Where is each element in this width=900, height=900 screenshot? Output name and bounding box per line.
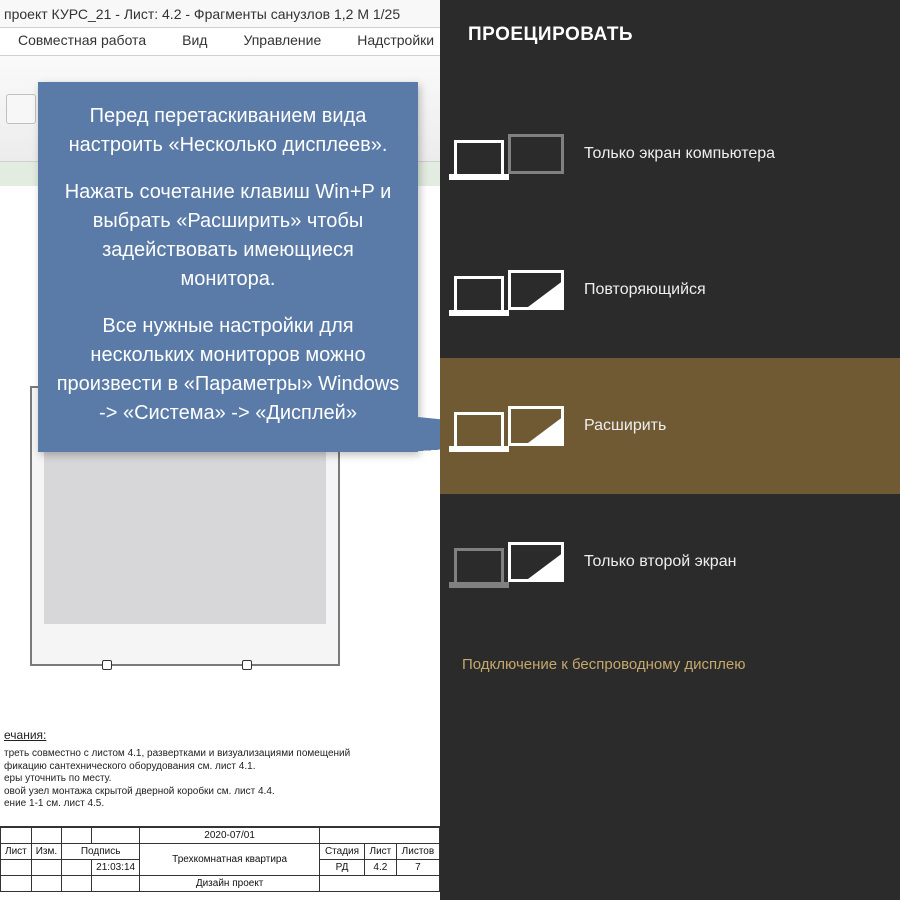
- menu-view[interactable]: Вид: [164, 28, 225, 55]
- note-line: фикацию сантехнического оборудования см.…: [4, 761, 426, 774]
- project-option-extend[interactable]: Расширить: [440, 358, 900, 494]
- menu-addins[interactable]: Надстройки: [339, 28, 452, 55]
- note-line: ение 1-1 см. лист 4.5.: [4, 798, 426, 811]
- callout-text: Все нужные настройки для нескольких мони…: [56, 312, 400, 428]
- tb-h-sheet: Лист: [1, 844, 32, 860]
- project-option-duplicate[interactable]: Повторяющийся: [440, 222, 900, 358]
- instruction-callout: Перед перетаскиванием вида настроить «Не…: [38, 82, 418, 452]
- menu-manage[interactable]: Управление: [225, 28, 339, 55]
- drag-handle[interactable]: [102, 660, 112, 670]
- tb-stage-h: Стадия: [320, 844, 365, 860]
- tb-sheet-h: Лист: [364, 844, 396, 860]
- notes-heading: ечания:: [4, 728, 426, 742]
- monitor-icon: [508, 134, 564, 174]
- toolbar-icon[interactable]: [6, 94, 36, 124]
- monitor-icon: [508, 270, 564, 310]
- tb-stage: РД: [320, 860, 365, 876]
- tb-sheet: 4.2: [364, 860, 396, 876]
- tb-h-rev: Изм.: [31, 844, 61, 860]
- tb-date: 2020-07/01: [140, 828, 320, 844]
- monitor-icon: [508, 542, 564, 582]
- monitor-icon: [508, 406, 564, 446]
- connect-wireless-link[interactable]: Подключение к беспроводному дисплею: [440, 630, 900, 699]
- drag-handle[interactable]: [242, 660, 252, 670]
- callout-text: Нажать сочетание клавиш Win+P и выбрать …: [56, 178, 400, 294]
- note-line: овой узел монтажа скрытой дверной коробк…: [4, 786, 426, 799]
- tb-sheets: 7: [396, 860, 439, 876]
- project-option-pc-only[interactable]: Только экран компьютера: [440, 86, 900, 222]
- tb-project: Трехкомнатная квартира: [140, 844, 320, 876]
- laptop-icon: [454, 412, 504, 446]
- tb-design: Дизайн проект: [140, 876, 320, 892]
- laptop-icon: [454, 548, 504, 582]
- menu-collab[interactable]: Совместная работа: [0, 28, 164, 55]
- laptop-icon: [454, 140, 504, 174]
- note-line: треть совместно с листом 4.1, разверткам…: [4, 748, 426, 761]
- callout-text: Перед перетаскиванием вида настроить «Не…: [56, 102, 400, 160]
- note-line: еры уточнить по месту.: [4, 773, 426, 786]
- tb-time: 21:03:14: [92, 860, 140, 876]
- option-label: Только экран компьютера: [584, 145, 775, 163]
- panel-title: ПРОЕЦИРОВАТЬ: [440, 0, 900, 86]
- option-label: Только второй экран: [584, 553, 736, 571]
- project-panel: ПРОЕЦИРОВАТЬ Только экран компьютера Пов…: [440, 0, 900, 900]
- tb-h-sign: Подпись: [62, 844, 140, 860]
- tb-sheets-h: Листов: [396, 844, 439, 860]
- option-label: Повторяющийся: [584, 281, 706, 299]
- laptop-icon: [454, 276, 504, 310]
- project-option-second-only[interactable]: Только второй экран: [440, 494, 900, 630]
- sheet-notes: ечания: треть совместно с листом 4.1, ра…: [0, 726, 430, 813]
- option-label: Расширить: [584, 417, 666, 435]
- title-block: 2020-07/01 Лист Изм. Подпись Трехкомнатн…: [0, 826, 440, 892]
